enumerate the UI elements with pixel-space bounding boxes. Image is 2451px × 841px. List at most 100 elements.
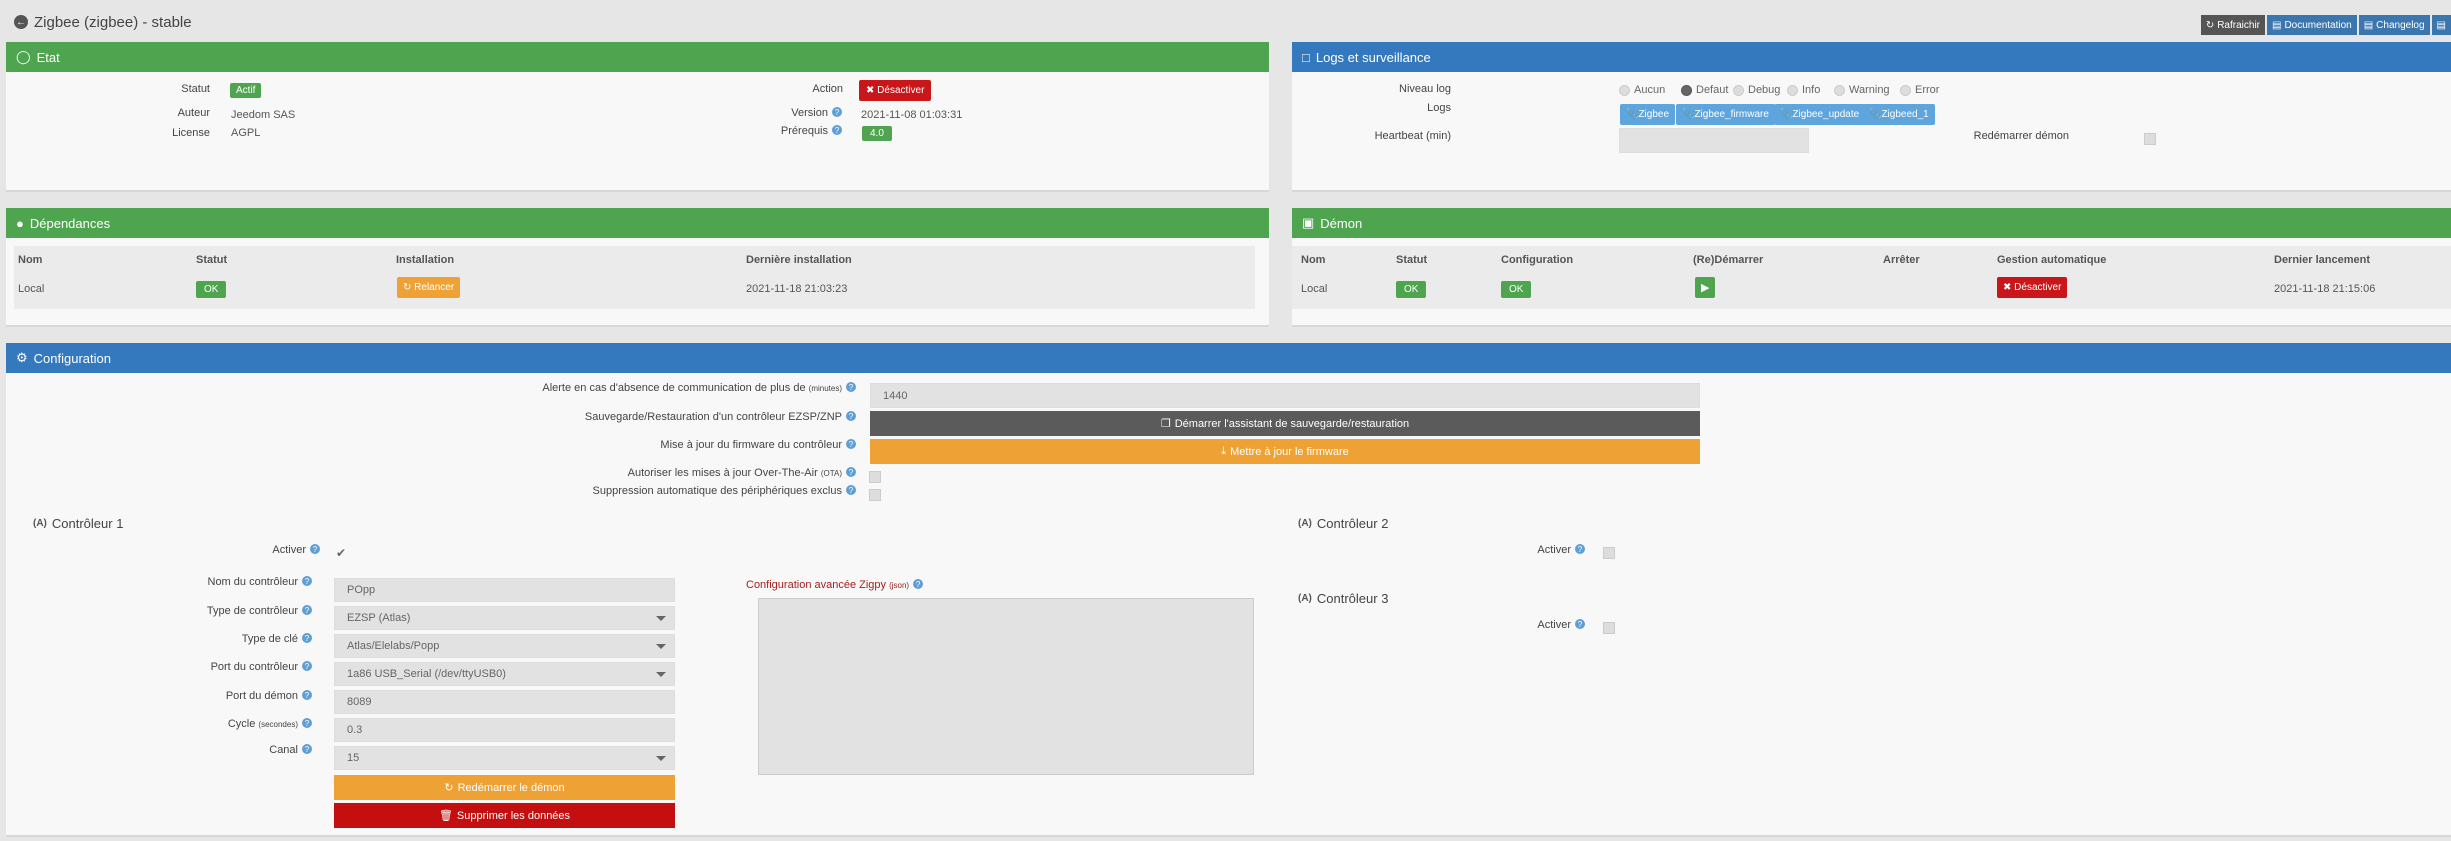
controller-1-title-text: Contrôleur 1 <box>51 516 124 531</box>
antenna-icon: (A) <box>1298 593 1312 604</box>
statut-badge: Actif <box>230 83 262 98</box>
dep-status-badge: OK <box>196 281 227 298</box>
exclus-checkbox[interactable] <box>869 489 881 501</box>
help-icon[interactable]: ? <box>302 633 312 643</box>
restart-demon-checkbox[interactable] <box>2144 133 2156 145</box>
controller-2-title-text: Contrôleur 2 <box>1316 516 1389 531</box>
help-icon[interactable]: ? <box>302 718 312 728</box>
delete-data-button[interactable]: 🗑 Supprimer les données <box>334 803 675 828</box>
advanced-config-label-text: Configuration avancée Zigpy <box>746 579 887 591</box>
restart-demon-button[interactable]: ↻ Redémarrer le démon <box>334 775 675 800</box>
sauvegarde-button[interactable]: ❐ Démarrer l'assistant de sauvegarde/rest… <box>870 411 1700 436</box>
ctrl1-port-select[interactable]: 1a86 USB_Serial (/dev/ttyUSB0) <box>334 662 675 686</box>
alerte-input[interactable]: 1440 <box>870 383 1700 408</box>
close-icon: ✖ <box>866 85 875 96</box>
help-icon[interactable]: ? <box>302 661 312 671</box>
ctrl1-cycle-label: Cycle (secondes)? <box>228 718 312 730</box>
gestion-deactivate-button[interactable]: ✖ Désactiver <box>1997 277 2068 298</box>
ctrl1-type-select[interactable]: EZSP (Atlas) <box>334 606 675 630</box>
help-icon[interactable]: ? <box>846 382 856 392</box>
relancer-label: Relancer <box>414 282 455 293</box>
license-label: License <box>172 127 210 139</box>
restart-demon-label: Redémarrer démon <box>1973 130 2069 142</box>
changelog-label: Changelog <box>2376 19 2425 31</box>
trash-icon: 🗑 <box>438 810 453 822</box>
logs-header: □ Logs et surveillance <box>1292 42 2451 72</box>
refresh-button[interactable]: ↻ Rafraichir <box>2200 15 2265 35</box>
paperclip-icon: 📎 <box>1869 109 1882 120</box>
radio-dot <box>1787 84 1798 96</box>
back-arrow-icon[interactable]: ← <box>14 15 28 29</box>
refresh-icon: ↻ <box>403 282 412 293</box>
delete-data-button-label: Supprimer les données <box>456 809 571 822</box>
deactivate-button[interactable]: ✖ Désactiver <box>859 80 932 101</box>
demon-table: Nom Statut Configuration (Re)Démarrer Ar… <box>1292 246 2451 309</box>
column-header: Statut <box>1396 254 1428 266</box>
help-icon[interactable]: ? <box>302 576 312 586</box>
log-button-label: Zigbee_firmware <box>1694 109 1769 120</box>
ctrl1-nom-input[interactable]: POpp <box>334 578 675 602</box>
ctrl1-demon-port-label: Port du démon? <box>226 690 312 702</box>
antenna-icon: (A) <box>1298 518 1312 529</box>
ctrl3-activer-checkbox[interactable] <box>1603 622 1615 634</box>
ctrl1-demon-port-input[interactable]: 8089 <box>334 690 675 714</box>
log-zigbee-firmware-button[interactable]: 📎Zigbee_firmware <box>1676 104 1775 125</box>
heartbeat-input[interactable] <box>1619 128 1809 153</box>
help-icon[interactable]: ? <box>310 544 320 554</box>
help-icon[interactable]: ? <box>846 411 856 421</box>
changelog-button[interactable]: ▤ Changelog <box>2358 15 2430 35</box>
column-header: (Re)Démarrer <box>1693 254 1764 266</box>
ctrl1-cle-label-text: Type de clé <box>241 633 298 645</box>
level-debug-radio[interactable]: Debug <box>1733 84 1780 96</box>
advanced-config-label: Configuration avancée Zigpy (json)? <box>746 579 924 591</box>
column-header: Dernière installation <box>746 254 852 266</box>
advanced-config-unit: (json) <box>889 581 910 590</box>
prerequis-label: Prérequis? <box>781 125 842 137</box>
ctrl1-port-label-text: Port du contrôleur <box>210 661 298 673</box>
ctrl1-type-label-text: Type de contrôleur <box>206 605 298 617</box>
start-demon-button[interactable]: ▶ <box>1695 277 1716 298</box>
demon-title: Démon <box>1320 215 1363 231</box>
help-icon[interactable]: ? <box>846 485 856 495</box>
ota-label-text: Autoriser les mises à jour Over-The-Air <box>627 467 818 479</box>
dependances-panel: ● Dépendances Nom Statut Installation Der… <box>6 208 1269 327</box>
help-icon[interactable]: ? <box>846 467 856 477</box>
log-zigbee-update-button[interactable]: 📎Zigbee_update <box>1774 104 1866 125</box>
help-icon[interactable]: ? <box>913 579 924 589</box>
demon-status-badge: OK <box>1396 281 1427 298</box>
configuration-header: ⚙ Configuration <box>6 343 2451 373</box>
more-button[interactable]: ▤ <box>2431 15 2451 35</box>
heartbeat-label: Heartbeat (min) <box>1374 130 1451 142</box>
ctrl1-activer-checkbox[interactable]: ✔ <box>336 546 346 560</box>
ctrl1-cle-select[interactable]: Atlas/Elelabs/Popp <box>334 634 675 658</box>
help-icon[interactable]: ? <box>1575 619 1585 629</box>
configuration-title: Configuration <box>33 350 111 366</box>
log-zigbeed-1-button[interactable]: 📎Zigbeed_1 <box>1863 104 1935 125</box>
ota-checkbox[interactable] <box>869 471 881 483</box>
radio-dot <box>1619 84 1630 96</box>
prerequis-badge: 4.0 <box>862 126 892 141</box>
ctrl1-cycle-input[interactable]: 0.3 <box>334 718 675 742</box>
level-info-radio[interactable]: Info <box>1787 84 1820 96</box>
log-zigbee-button[interactable]: 📎Zigbee <box>1620 104 1676 125</box>
relancer-button[interactable]: ↻ Relancer <box>397 277 461 298</box>
level-warning-radio[interactable]: Warning <box>1834 84 1890 96</box>
help-icon[interactable]: ? <box>832 107 842 117</box>
help-icon[interactable]: ? <box>846 439 856 449</box>
exclus-label: Suppression automatique des périphérique… <box>593 485 856 497</box>
level-defaut-radio[interactable]: Defaut <box>1681 84 1728 96</box>
help-icon[interactable]: ? <box>302 690 312 700</box>
advanced-config-textarea[interactable] <box>758 598 1254 775</box>
help-icon[interactable]: ? <box>1575 544 1585 554</box>
help-icon[interactable]: ? <box>302 605 312 615</box>
ctrl1-canal-select[interactable]: 15 <box>334 746 675 770</box>
help-icon[interactable]: ? <box>302 744 312 754</box>
ctrl2-activer-checkbox[interactable] <box>1603 547 1615 559</box>
level-aucun-radio[interactable]: Aucun <box>1619 84 1665 96</box>
level-error-radio[interactable]: Error <box>1900 84 1939 96</box>
firmware-button[interactable]: ⤓ Mettre à jour le firmware <box>870 439 1700 464</box>
ctrl1-nom-label: Nom du contrôleur? <box>208 576 312 588</box>
documentation-button[interactable]: ▤ Documentation <box>2267 15 2357 35</box>
help-icon[interactable]: ? <box>832 125 842 135</box>
refresh-circle-icon: ◯ <box>16 49 31 64</box>
